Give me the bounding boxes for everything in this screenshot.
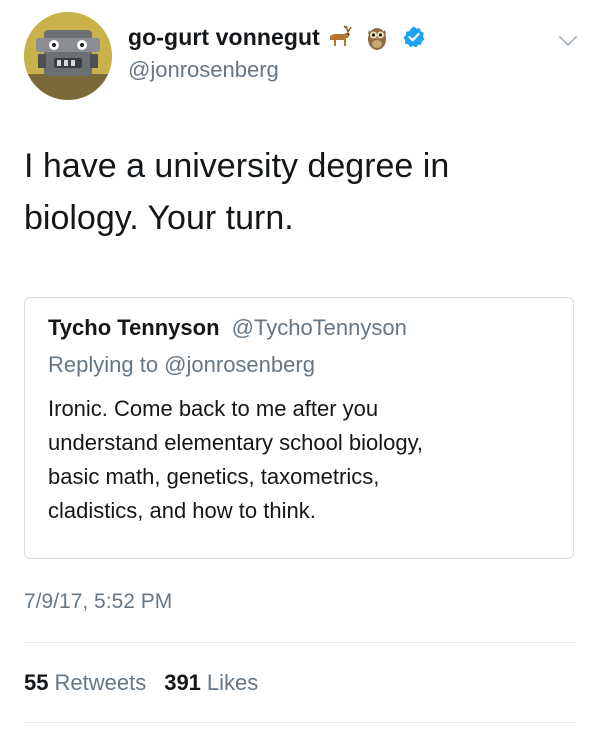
verified-badge-icon bbox=[402, 25, 426, 49]
avatar[interactable] bbox=[24, 12, 112, 100]
divider bbox=[24, 722, 576, 723]
author-display-name[interactable]: go-gurt vonnegut bbox=[128, 24, 320, 51]
divider bbox=[24, 642, 576, 643]
tweet-stats: 55 Retweets 391 Likes bbox=[24, 670, 276, 696]
retweets-count[interactable]: 55 bbox=[24, 670, 48, 696]
retweets-label[interactable]: Retweets bbox=[54, 670, 146, 696]
chevron-down-icon[interactable] bbox=[558, 34, 578, 46]
quoted-author-handle[interactable]: @TychoTennyson bbox=[232, 315, 407, 340]
deer-icon bbox=[324, 22, 354, 52]
quoted-tweet[interactable]: Tycho Tennyson @TychoTennyson Replying t… bbox=[24, 297, 574, 559]
quoted-tweet-text: Ironic. Come back to me after you unders… bbox=[48, 396, 424, 523]
author-name-row[interactable]: go-gurt vonnegut bbox=[128, 22, 426, 52]
quoted-replying-to: Replying to @jonrosenberg bbox=[48, 352, 315, 377]
tweet-text: I have a university degree in biology. Y… bbox=[24, 147, 450, 237]
owl-icon bbox=[362, 22, 392, 52]
likes-count[interactable]: 391 bbox=[164, 670, 201, 696]
likes-label[interactable]: Likes bbox=[207, 670, 258, 696]
author-handle[interactable]: @jonrosenberg bbox=[128, 57, 279, 83]
quoted-author-row[interactable]: Tycho Tennyson @TychoTennyson bbox=[48, 315, 407, 341]
robot-avatar-icon bbox=[24, 12, 112, 100]
tweet-timestamp[interactable]: 7/9/17, 5:52 PM bbox=[24, 590, 172, 614]
quoted-author-name[interactable]: Tycho Tennyson bbox=[48, 315, 220, 340]
tweet-card: go-gurt vonnegut @jonrosenberg I have a … bbox=[0, 0, 600, 734]
